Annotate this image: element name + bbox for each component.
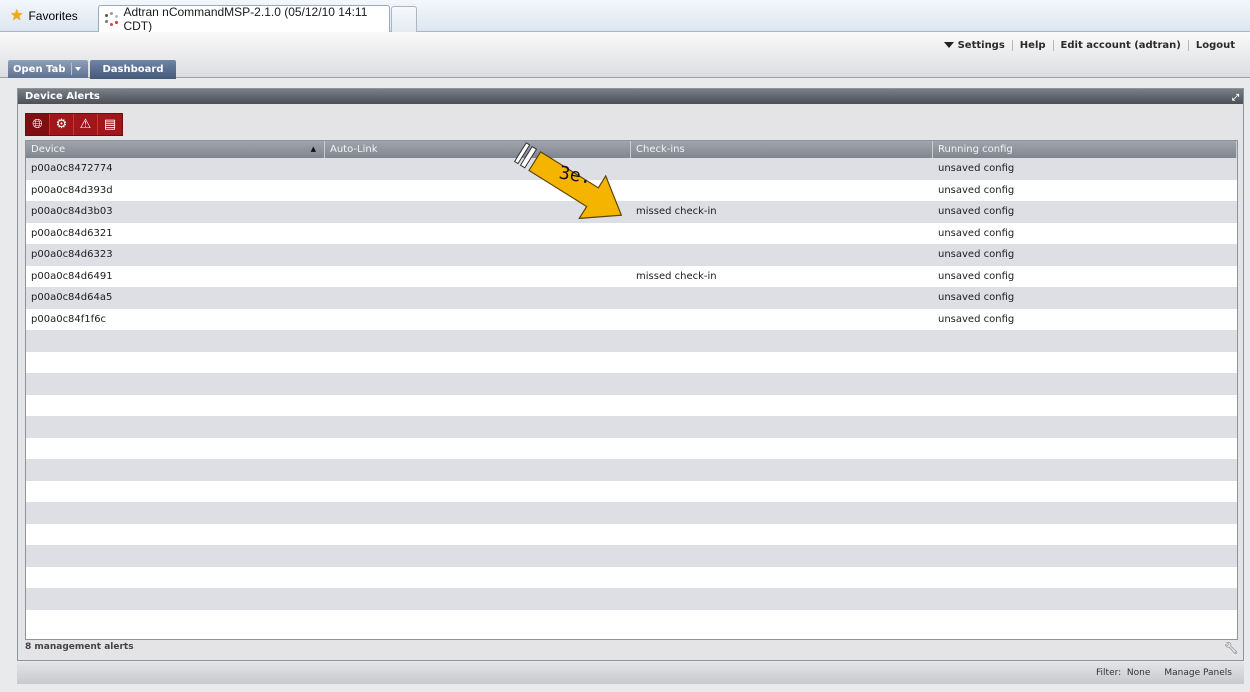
empty-row — [26, 545, 1237, 567]
alert-count: 8 management alerts — [25, 642, 134, 652]
filter-value[interactable]: None — [1127, 668, 1150, 678]
cell-device: p00a0c84d6321 — [31, 227, 113, 239]
cell-config: unsaved config — [938, 313, 1015, 325]
sort-ascending-icon: ▲ — [310, 145, 316, 153]
empty-row — [26, 459, 1237, 481]
cell-device: p00a0c84d64a5 — [31, 292, 113, 303]
empty-row — [26, 416, 1237, 438]
cell-autolink — [325, 287, 631, 309]
top-links: Settings Help Edit account (adtran) Logo… — [937, 40, 1242, 51]
browser-tab[interactable]: Adtran nCommandMSP-2.1.0 (05/12/10 14:11… — [98, 5, 390, 33]
cell-autolink — [325, 309, 631, 331]
cell-config: unsaved config — [938, 270, 1015, 282]
caret-down-icon — [943, 42, 954, 48]
cell-autolink — [325, 244, 631, 266]
loading-icon — [105, 12, 118, 26]
warning-icon[interactable]: ⚠ — [74, 114, 98, 135]
cell-device: p00a0c84d393d — [31, 184, 113, 196]
cell-checkins — [631, 158, 933, 180]
browser-tab-title: Adtran nCommandMSP-2.1.0 (05/12/10 14:11… — [123, 5, 368, 33]
empty-row — [26, 438, 1237, 460]
open-tab-label: Open Tab — [13, 63, 66, 75]
favorites-label: Favorites — [28, 8, 78, 23]
cell-config: unsaved config — [938, 249, 1015, 260]
favorites-button[interactable]: ★ Favorites — [10, 8, 78, 23]
cell-checkins — [631, 244, 933, 266]
cell-device: p00a0c84d6491 — [31, 270, 113, 282]
cell-checkins — [631, 180, 933, 202]
app-header: Settings Help Edit account (adtran) Logo… — [0, 32, 1250, 78]
star-icon: ★ — [10, 7, 24, 24]
cell-config: unsaved config — [938, 292, 1015, 303]
cell-config: unsaved config — [938, 227, 1015, 239]
column-label: Device — [31, 144, 66, 155]
new-tab-button[interactable] — [391, 6, 417, 32]
column-header-device[interactable]: Device ▲ — [26, 141, 325, 158]
gear-icon[interactable]: ⚙ — [50, 114, 74, 135]
tab-dashboard[interactable]: Dashboard — [90, 60, 176, 79]
cell-autolink — [325, 266, 631, 288]
open-tab-button[interactable]: Open Tab — [8, 60, 89, 78]
logout-link[interactable]: Logout — [1187, 40, 1242, 51]
empty-row — [26, 502, 1237, 524]
status-bar: Filter: None Manage Panels — [17, 662, 1244, 684]
cell-config: unsaved config — [938, 184, 1015, 196]
config-icon[interactable]: ▤ — [98, 114, 122, 135]
cell-config: unsaved config — [938, 206, 1015, 217]
column-header-check-ins[interactable]: Check-ins — [631, 141, 933, 158]
empty-row — [26, 373, 1237, 395]
browser-tab-strip: ★ Favorites Adtran nCommandMSP-2.1.0 (05… — [0, 0, 1250, 33]
edit-account-link[interactable]: Edit account (adtran) — [1052, 40, 1188, 51]
settings-link[interactable]: Settings — [937, 40, 1012, 51]
table-row[interactable]: p00a0c84d6323 unsaved config — [26, 244, 1237, 266]
help-link[interactable]: Help — [1011, 40, 1053, 51]
alert-type-toolbar: 🌐︎ ⚙ ⚠ ▤ — [25, 113, 123, 136]
cell-device: p00a0c8472774 — [31, 163, 113, 174]
empty-row — [26, 481, 1237, 503]
cell-checkins — [631, 309, 933, 331]
empty-row — [26, 330, 1237, 352]
column-header-running-config[interactable]: Running config — [933, 141, 1237, 158]
cell-device: p00a0c84d3b03 — [31, 206, 113, 217]
resize-icon[interactable]: ⤢ — [1232, 91, 1239, 106]
table-row[interactable]: p00a0c84d64a5 unsaved config — [26, 287, 1237, 309]
panel-title: Device Alerts ⤢ — [18, 89, 1243, 104]
cell-checkins — [631, 287, 933, 309]
cell-checkins — [631, 223, 933, 245]
empty-row — [26, 524, 1237, 546]
empty-row — [26, 610, 1237, 632]
empty-row — [26, 352, 1237, 374]
settings-label: Settings — [957, 40, 1005, 51]
globe-icon[interactable]: 🌐︎ — [26, 114, 50, 135]
cell-device: p00a0c84d6323 — [31, 249, 113, 260]
empty-row — [26, 588, 1237, 610]
cell-device: p00a0c84f1f6c — [31, 313, 107, 325]
empty-row — [26, 567, 1237, 589]
table-row[interactable]: p00a0c84f1f6c unsaved config — [26, 309, 1237, 331]
table-row[interactable]: p00a0c84d6491 missed check-in unsaved conf… — [26, 266, 1237, 288]
dropdown-arrow-icon[interactable] — [71, 63, 83, 75]
manage-panels-link[interactable]: Manage Panels — [1164, 668, 1232, 678]
cell-checkins: missed check-in — [636, 206, 717, 217]
wrench-icon[interactable]: 🔧︎ — [1224, 641, 1239, 655]
cell-checkins: missed check-in — [636, 270, 717, 282]
filter-label: Filter: — [1096, 668, 1122, 678]
cell-config: unsaved config — [938, 163, 1015, 174]
filter-area: Filter: None Manage Panels — [1096, 668, 1232, 678]
empty-row — [26, 395, 1237, 417]
panel-title-text: Device Alerts — [25, 91, 100, 102]
